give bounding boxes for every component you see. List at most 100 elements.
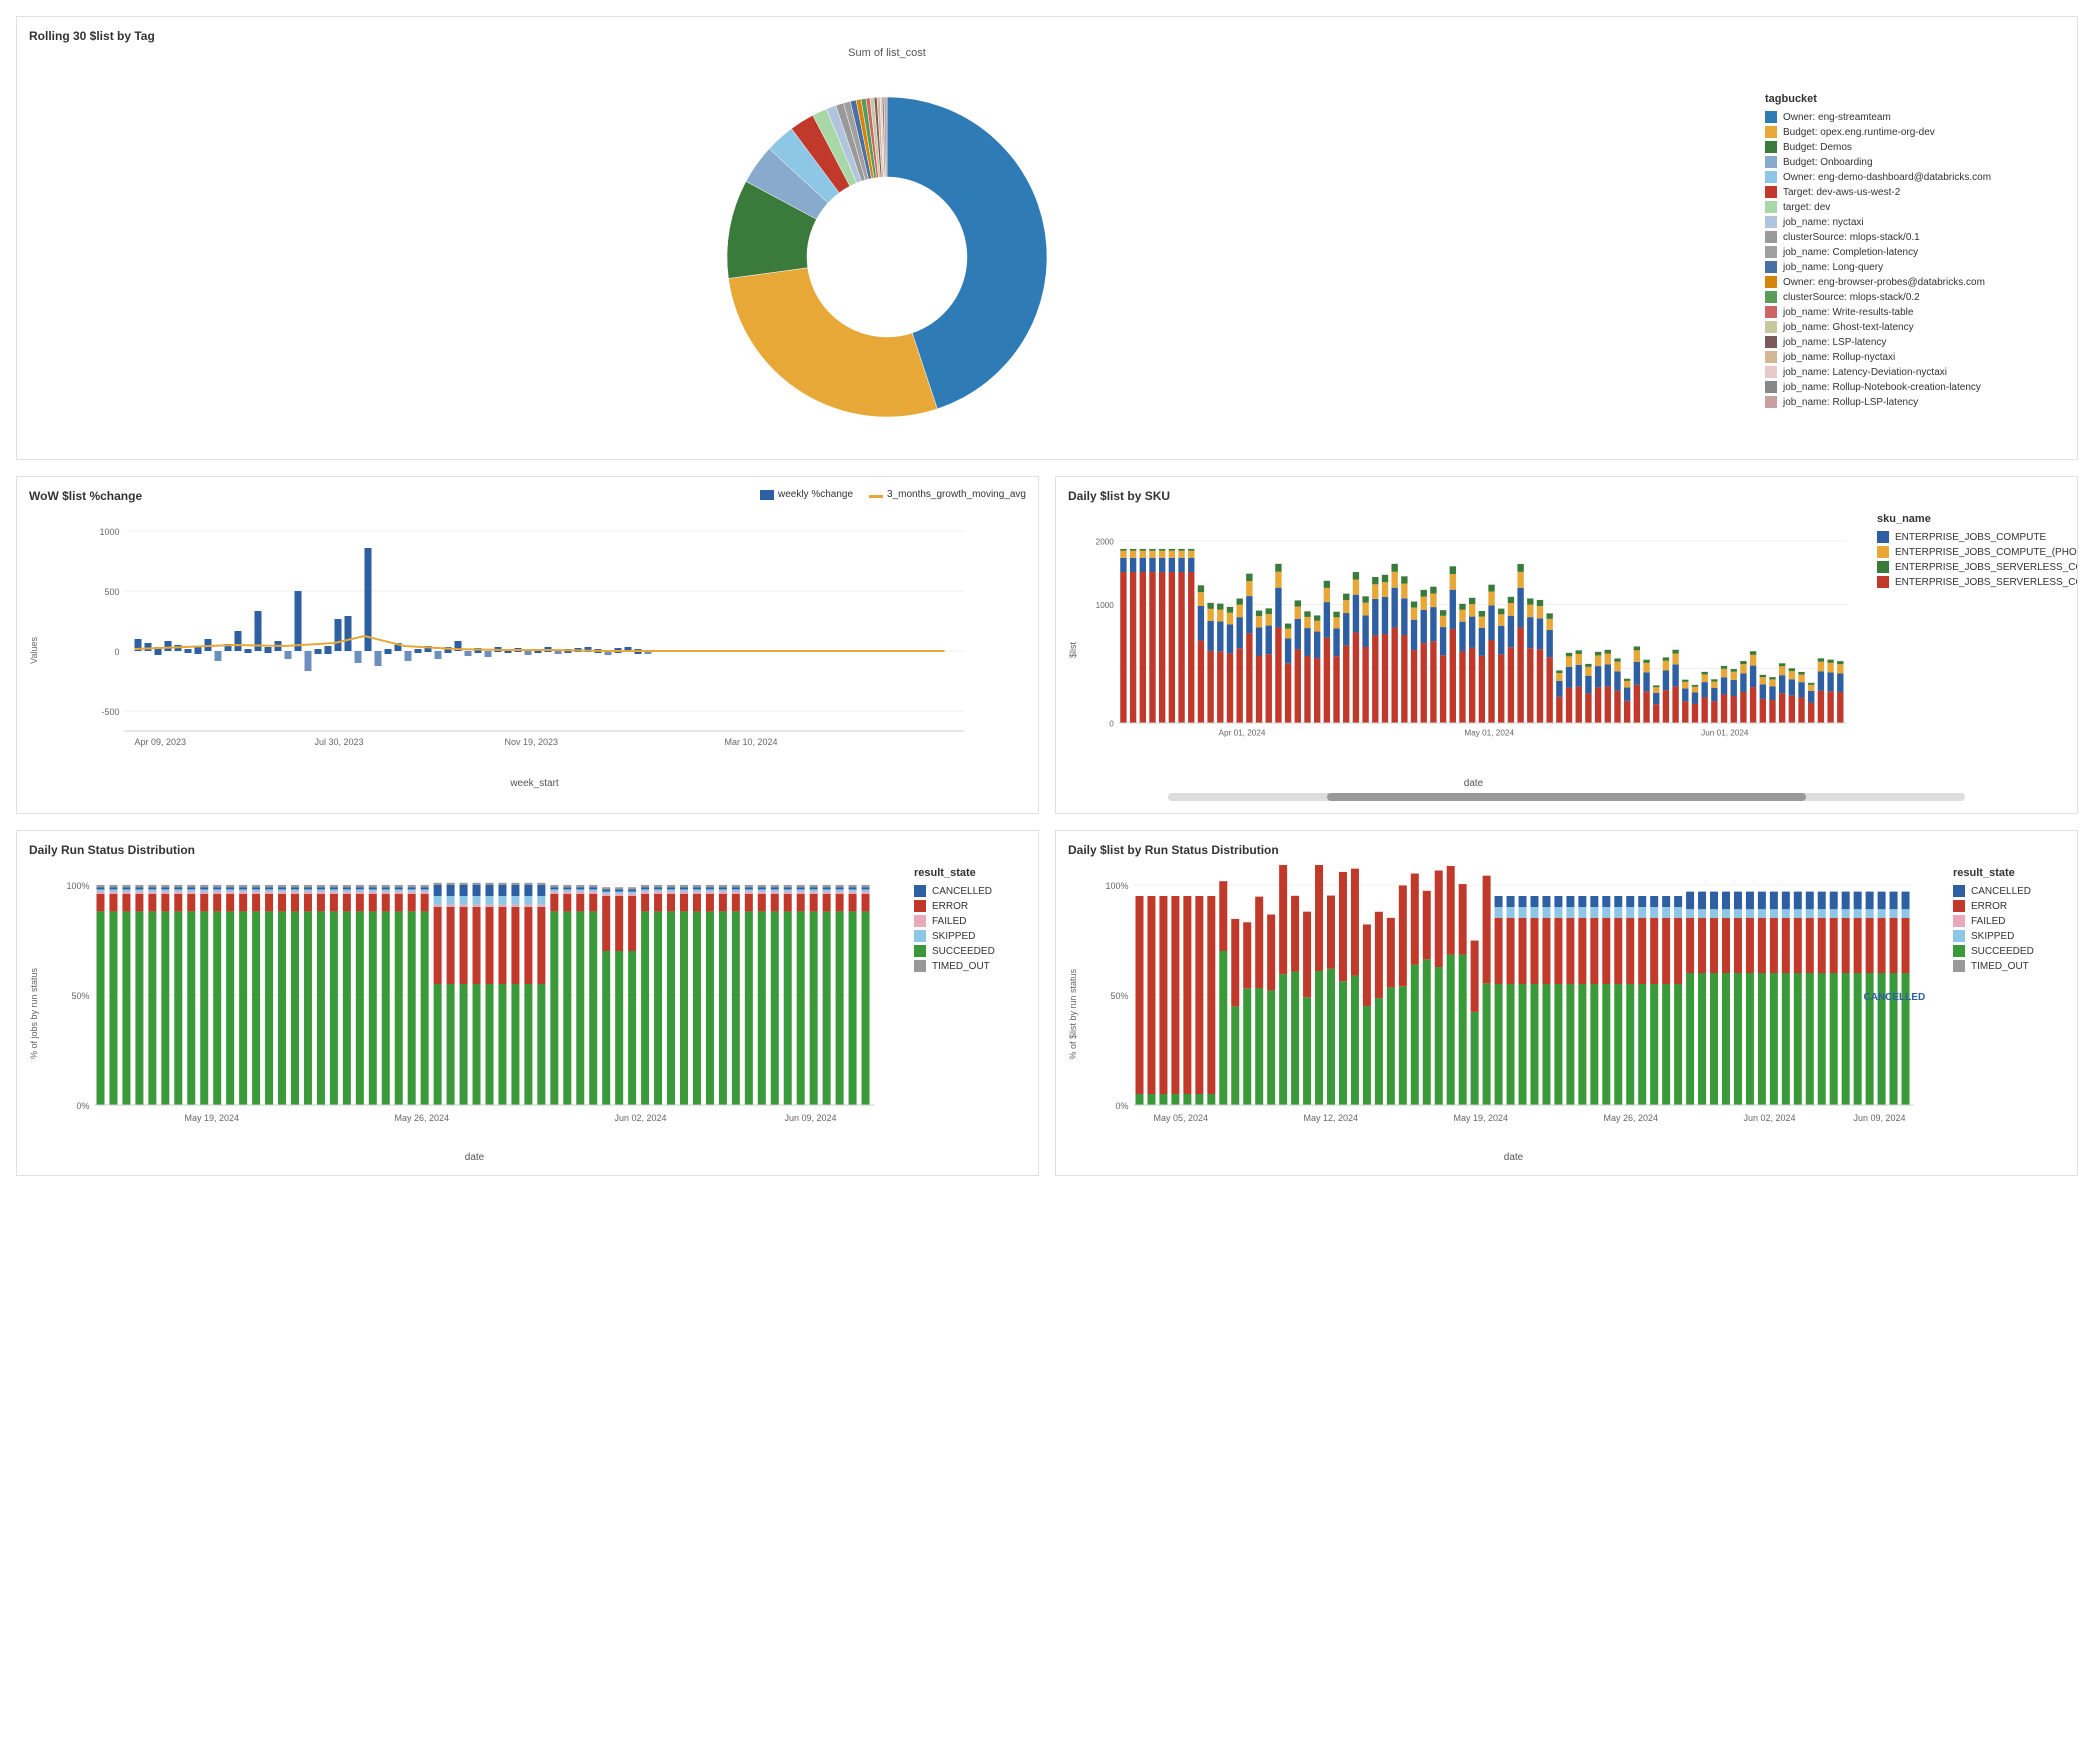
legend-color (1765, 201, 1777, 213)
daily-run-status-inner: % of jobs by run status 100% 50% 0% (29, 865, 906, 1163)
legend-item: SUCCEEDED (914, 945, 1026, 957)
legend-color (1765, 291, 1777, 303)
wow-legend-weekly-color (760, 490, 774, 500)
legend-label: SKIPPED (932, 931, 975, 942)
svg-text:0: 0 (1109, 720, 1114, 729)
legend-color (1953, 930, 1965, 942)
legend-label: job_name: nyctaxi (1783, 217, 1864, 228)
dashboard: Rolling 30 $list by Tag Sum of list_cost… (0, 0, 2094, 1192)
legend-label: CANCELLED (932, 886, 992, 897)
legend-label: target: dev (1783, 202, 1830, 213)
daily-run-y-label: % of jobs by run status (29, 968, 39, 1059)
svg-text:2000: 2000 (1096, 537, 1115, 546)
daily-run-svg-area: 100% 50% 0% May 19, 2024 May 26, 2024 Ju… (43, 865, 906, 1163)
wow-chart-svg: 1000 500 0 -500 (43, 511, 1026, 771)
legend-color (1765, 336, 1777, 348)
legend-item: job_name: Write-results-table (1765, 306, 2065, 318)
legend-label: job_name: Ghost-text-latency (1783, 322, 1914, 333)
daily-run-status-title: Daily Run Status Distribution (29, 843, 906, 857)
legend-color (1765, 306, 1777, 318)
wow-legend-avg-label: 3_months_growth_moving_avg (887, 489, 1026, 500)
daily-sku-legend-items: ENTERPRISE_JOBS_COMPUTEENTERPRISE_JOBS_C… (1877, 531, 2065, 588)
svg-text:Apr 09, 2023: Apr 09, 2023 (135, 737, 187, 747)
wow-y-label: Values (29, 637, 39, 664)
legend-item: job_name: Ghost-text-latency (1765, 321, 2065, 333)
legend-item: ERROR (914, 900, 1026, 912)
top-chart-legend: tagbucket Owner: eng-streamteam Budget: o… (1745, 83, 2065, 411)
daily-sku-scrollbar-track[interactable] (1168, 793, 1966, 801)
legend-item: SKIPPED (1953, 930, 2065, 942)
legend-item: CANCELLED (914, 885, 1026, 897)
legend-item: ENTERPRISE_JOBS_SERVERLESS_COMPUTE_U (1877, 576, 2065, 588)
legend-item: job_name: Long-query (1765, 261, 2065, 273)
daily-run-x-label: date (43, 1152, 906, 1163)
daily-run-legend-title: result_state (914, 867, 1026, 879)
daily-sku-scrollbar-thumb[interactable] (1327, 793, 1806, 801)
svg-text:100%: 100% (1105, 881, 1128, 891)
svg-text:May 05, 2024: May 05, 2024 (1154, 1113, 1209, 1123)
daily-sku-legend-title: sku_name (1877, 513, 2065, 525)
legend-label: job_name: Latency-Deviation-nyctaxi (1783, 367, 1947, 378)
legend-item: target: dev (1765, 201, 2065, 213)
svg-text:May 26, 2024: May 26, 2024 (395, 1113, 450, 1123)
svg-text:0%: 0% (76, 1101, 89, 1111)
legend-item: TIMED_OUT (914, 960, 1026, 972)
legend-item: Owner: eng-demo-dashboard@databricks.com (1765, 171, 2065, 183)
legend-item: Budget: opex.eng.runtime-org-dev (1765, 126, 2065, 138)
svg-text:1000: 1000 (1096, 601, 1115, 610)
legend-color (1765, 141, 1777, 153)
svg-text:Mar 10, 2024: Mar 10, 2024 (725, 737, 778, 747)
legend-color (1765, 171, 1777, 183)
legend-label: SUCCEEDED (1971, 946, 2034, 957)
legend-item: Owner: eng-streamteam (1765, 111, 2065, 123)
svg-text:Apr 01, 2024: Apr 01, 2024 (1219, 729, 1266, 738)
daily-sku-svg: 2000 1000 0 Apr 01, 2024 May 01, 2024 (1082, 511, 1865, 771)
wow-chart-inner: Values 1000 500 0 -500 (29, 511, 1026, 789)
bottom-section: Daily Run Status Distribution % of jobs … (16, 830, 2078, 1176)
legend-color (1765, 321, 1777, 333)
svg-text:50%: 50% (71, 991, 89, 1001)
wow-legend-weekly: weekly %change (760, 489, 853, 500)
svg-text:100%: 100% (66, 881, 89, 891)
legend-item: job_name: Rollup-nyctaxi (1765, 351, 2065, 363)
legend-label: ENTERPRISE_JOBS_COMPUTE_(PHOTON) (1895, 547, 2078, 558)
legend-item: TIMED_OUT (1953, 960, 2065, 972)
wow-x-label: week_start (43, 778, 1026, 789)
legend-label: ERROR (932, 901, 968, 912)
legend-item: job_name: LSP-latency (1765, 336, 2065, 348)
legend-label: Owner: eng-demo-dashboard@databricks.com (1783, 172, 1991, 183)
legend-color (1953, 885, 1965, 897)
wow-legend-avg-color (869, 495, 883, 498)
daily-list-run-title: Daily $list by Run Status Distribution (1068, 843, 1945, 857)
svg-text:Jul 30, 2023: Jul 30, 2023 (315, 737, 364, 747)
legend-item: job_name: nyctaxi (1765, 216, 2065, 228)
legend-color (914, 945, 926, 957)
svg-text:1000: 1000 (99, 527, 119, 537)
top-chart-title: Rolling 30 $list by Tag (29, 29, 2065, 43)
daily-sku-title: Daily $list by SKU (1068, 489, 1865, 503)
daily-list-run-panel: Daily $list by Run Status Distribution %… (1055, 830, 2078, 1176)
daily-sku-legend: sku_name ENTERPRISE_JOBS_COMPUTEENTERPRI… (1865, 489, 2065, 591)
top-legend-title: tagbucket (1765, 93, 2065, 105)
legend-label: ERROR (1971, 901, 2007, 912)
svg-text:Jun 01, 2024: Jun 01, 2024 (1701, 729, 1749, 738)
svg-text:May 26, 2024: May 26, 2024 (1604, 1113, 1659, 1123)
daily-sku-svg-area: 2000 1000 0 Apr 01, 2024 May 01, 2024 (1082, 511, 1865, 789)
legend-color (1877, 576, 1889, 588)
svg-text:Jun 02, 2024: Jun 02, 2024 (1744, 1113, 1796, 1123)
legend-item: job_name: Rollup-Notebook-creation-laten… (1765, 381, 2065, 393)
legend-label: job_name: Rollup-nyctaxi (1783, 352, 1895, 363)
legend-color (1765, 276, 1777, 288)
legend-item: FAILED (1953, 915, 2065, 927)
legend-label: Budget: Demos (1783, 142, 1852, 153)
daily-list-run-legend-title: result_state (1953, 867, 2065, 879)
legend-color (1765, 261, 1777, 273)
wow-legend-weekly-label: weekly %change (778, 489, 853, 500)
daily-sku-panel: Daily $list by SKU $list 2000 (1055, 476, 2078, 814)
legend-color (1765, 156, 1777, 168)
legend-label: job_name: Completion-latency (1783, 247, 1918, 258)
legend-color (914, 885, 926, 897)
legend-item: Owner: eng-browser-probes@databricks.com (1765, 276, 2065, 288)
legend-label: job_name: Rollup-LSP-latency (1783, 397, 1918, 408)
svg-text:0: 0 (114, 647, 119, 657)
